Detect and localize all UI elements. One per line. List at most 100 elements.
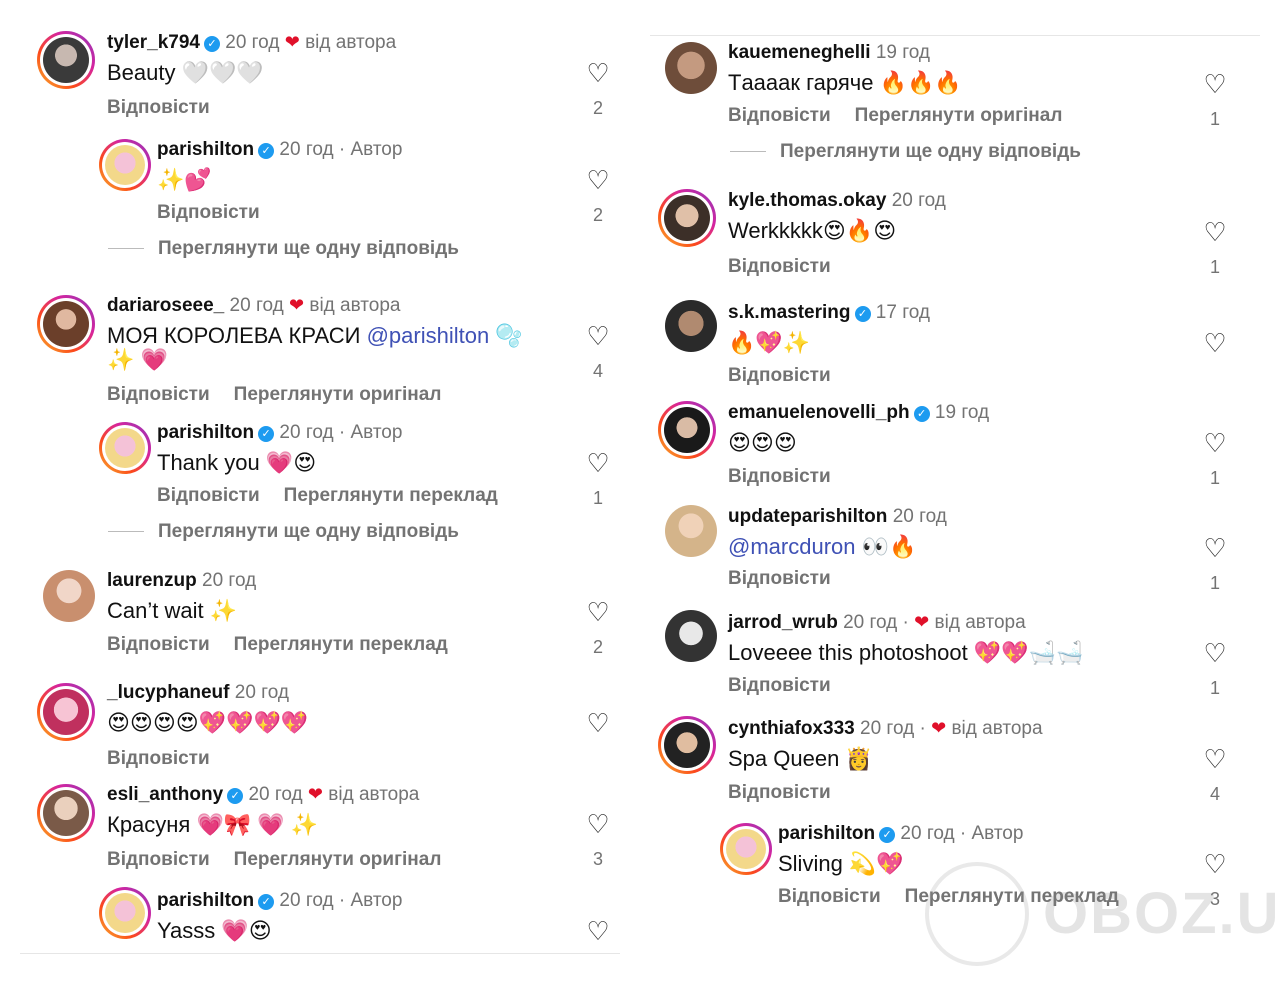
avatar[interactable] xyxy=(665,610,717,662)
heart-outline-icon[interactable]: ♡ xyxy=(1200,535,1230,561)
heart-outline-icon[interactable]: ♡ xyxy=(1200,219,1230,245)
like-button[interactable]: ♡ 2 xyxy=(583,599,613,658)
view-more-replies[interactable]: Переглянути ще одну відповідь xyxy=(730,141,1081,163)
view-translation-button[interactable]: Переглянути переклад xyxy=(234,634,448,655)
avatar[interactable] xyxy=(99,422,151,474)
username[interactable]: parishilton xyxy=(157,422,254,443)
reply-button[interactable]: Відповісти xyxy=(107,748,210,769)
like-button[interactable]: ♡ 1 xyxy=(1200,430,1230,489)
heart-outline-icon[interactable]: ♡ xyxy=(1200,746,1230,772)
username[interactable]: emanuelenovelli_ph xyxy=(728,402,910,423)
heart-outline-icon[interactable]: ♡ xyxy=(583,918,613,944)
reply-button[interactable]: Відповісти xyxy=(107,634,210,655)
watermark: OBOZ.UA xyxy=(925,862,1280,972)
avatar[interactable] xyxy=(665,505,717,557)
red-heart-icon: ❤ xyxy=(284,32,300,52)
avatar[interactable] xyxy=(99,139,151,191)
view-original-button[interactable]: Переглянути оригінал xyxy=(234,849,442,870)
heart-outline-icon[interactable]: ♡ xyxy=(583,60,613,86)
avatar[interactable] xyxy=(43,570,95,622)
like-button[interactable]: ♡ 1 xyxy=(1200,640,1230,699)
username[interactable]: _lucyphaneuf xyxy=(107,682,229,703)
like-button[interactable]: ♡ 1 xyxy=(1200,535,1230,594)
username[interactable]: parishilton xyxy=(778,823,875,844)
heart-outline-icon[interactable]: ♡ xyxy=(1200,71,1230,97)
author-label: Автор xyxy=(350,422,403,443)
comment: laurenzup 20 год Can’t wait ✨ Відповісти… xyxy=(0,565,640,675)
like-button[interactable]: ♡ xyxy=(1200,330,1230,356)
avatar[interactable] xyxy=(665,300,717,352)
avatar[interactable] xyxy=(37,784,95,842)
view-more-replies[interactable]: Переглянути ще одну відповідь xyxy=(108,238,459,260)
like-count: 1 xyxy=(1209,257,1220,277)
heart-outline-icon[interactable]: ♡ xyxy=(583,323,613,349)
heart-outline-icon[interactable]: ♡ xyxy=(1200,430,1230,456)
like-button[interactable]: ♡ 2 xyxy=(583,60,613,119)
heart-outline-icon[interactable]: ♡ xyxy=(583,599,613,625)
reply-button[interactable]: Відповісти xyxy=(728,568,831,589)
username[interactable]: updateparishilton xyxy=(728,506,887,527)
reply-button[interactable]: Відповісти xyxy=(728,256,831,277)
username[interactable]: tyler_k794 xyxy=(107,32,200,53)
like-button[interactable]: ♡ 4 xyxy=(1200,746,1230,805)
like-count: 2 xyxy=(592,205,603,225)
view-original-button[interactable]: Переглянути оригінал xyxy=(855,105,1063,126)
username[interactable]: parishilton xyxy=(157,139,254,160)
mention-link[interactable]: @marcduron xyxy=(728,534,856,559)
avatar[interactable] xyxy=(658,716,716,774)
view-translation-button[interactable]: Переглянути переклад xyxy=(284,485,498,506)
like-button[interactable]: ♡ 1 xyxy=(1200,219,1230,278)
view-original-button[interactable]: Переглянути оригінал xyxy=(234,384,442,405)
reply-button[interactable]: Відповісти xyxy=(728,466,831,487)
comment-text: Красуня 💗🎀 💗 ✨ xyxy=(107,812,319,837)
username[interactable]: esli_anthony xyxy=(107,784,223,805)
heart-outline-icon[interactable]: ♡ xyxy=(583,811,613,837)
avatar[interactable] xyxy=(665,42,717,94)
verified-badge-icon: ✓ xyxy=(258,143,275,159)
like-button[interactable]: ♡ 2 xyxy=(583,167,613,226)
reply-button[interactable]: Відповісти xyxy=(107,97,210,118)
reply-button[interactable]: Відповісти xyxy=(728,105,831,126)
reply-button[interactable]: Відповісти xyxy=(728,365,831,386)
comment-text-line2: ✨ 💗 xyxy=(107,347,168,372)
heart-outline-icon[interactable]: ♡ xyxy=(1200,640,1230,666)
comment-text: Yasss 💗😍 xyxy=(157,918,272,943)
reply-button[interactable]: Відповісти xyxy=(107,849,210,870)
like-button[interactable]: ♡ xyxy=(583,710,613,736)
heart-outline-icon[interactable]: ♡ xyxy=(583,450,613,476)
avatar[interactable] xyxy=(658,189,716,247)
username[interactable]: kauemeneghelli xyxy=(728,42,871,63)
avatar[interactable] xyxy=(658,401,716,459)
view-more-replies[interactable]: Переглянути ще одну відповідь xyxy=(108,521,459,543)
reply-button[interactable]: Відповісти xyxy=(728,782,831,803)
mention-link[interactable]: @parishilton xyxy=(367,323,490,348)
username[interactable]: cynthiafox333 xyxy=(728,718,855,739)
avatar[interactable] xyxy=(37,31,95,89)
like-button[interactable]: ♡ 1 xyxy=(583,450,613,509)
like-button[interactable]: ♡ xyxy=(583,918,613,944)
reply-button[interactable]: Відповісти xyxy=(157,485,260,506)
verified-badge-icon: ✓ xyxy=(854,306,871,322)
comment-text: Spa Queen 👸 xyxy=(728,746,873,771)
username[interactable]: dariaroseee_ xyxy=(107,295,224,316)
avatar[interactable] xyxy=(37,683,95,741)
username[interactable]: parishilton xyxy=(157,890,254,911)
reply-button[interactable]: Відповісти xyxy=(778,886,881,907)
reply-button[interactable]: Відповісти xyxy=(157,202,260,223)
avatar[interactable] xyxy=(37,295,95,353)
heart-outline-icon[interactable]: ♡ xyxy=(1200,330,1230,356)
like-button[interactable]: ♡ 4 xyxy=(583,323,613,382)
reply-button[interactable]: Відповісти xyxy=(107,384,210,405)
reply-button[interactable]: Відповісти xyxy=(728,675,831,696)
avatar[interactable] xyxy=(99,887,151,939)
timestamp: 20 год xyxy=(900,823,955,844)
username[interactable]: laurenzup xyxy=(107,570,197,591)
like-button[interactable]: ♡ 3 xyxy=(583,811,613,870)
like-button[interactable]: ♡ 1 xyxy=(1200,71,1230,130)
username[interactable]: jarrod_wrub xyxy=(728,612,838,633)
username[interactable]: s.k.mastering xyxy=(728,302,851,323)
heart-outline-icon[interactable]: ♡ xyxy=(583,167,613,193)
username[interactable]: kyle.thomas.okay xyxy=(728,190,886,211)
heart-outline-icon[interactable]: ♡ xyxy=(583,710,613,736)
avatar[interactable] xyxy=(720,823,772,875)
